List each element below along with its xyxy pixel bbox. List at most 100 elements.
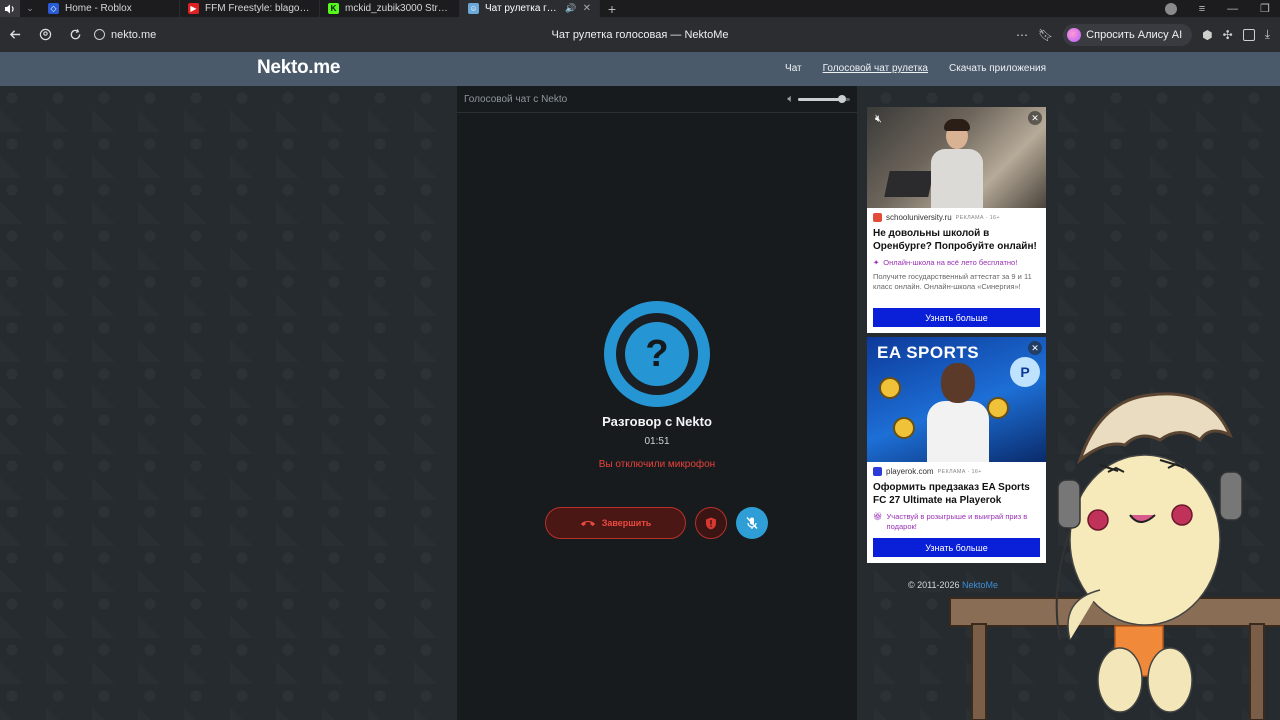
- ad-promo-text: Онлайн-школа на всё лето бесплатно!: [883, 258, 1018, 267]
- shield-alert-icon: [706, 517, 716, 529]
- tab-audio-indicator[interactable]: [0, 0, 20, 17]
- streamer-character-overlay: [949, 392, 1280, 720]
- ad-domain[interactable]: schooluniversity.ru: [886, 213, 952, 222]
- avatar-ring: ?: [616, 313, 698, 395]
- puzzle-icon[interactable]: ✣: [1223, 28, 1233, 42]
- advertisement-school[interactable]: 🔇︎ ✕ schooluniversity.ru РЕКЛАМА · 16+ Н…: [867, 107, 1046, 333]
- ad-headline[interactable]: Не довольны школой в Оренбурге? Попробуй…: [873, 227, 1040, 253]
- roblox-icon: ◇: [48, 3, 59, 14]
- site-logo[interactable]: Nekto.me: [257, 57, 340, 79]
- conversation-title: Разговор с Nekto: [602, 414, 712, 429]
- tab-label: mckid_zubik3000 Stream: [345, 3, 451, 14]
- sparkle-icon: ✦: [873, 258, 880, 267]
- chat-header-title: Голосовой чат с Nekto: [464, 93, 568, 105]
- coin-shape: [879, 377, 901, 399]
- profile-avatar[interactable]: [1164, 2, 1177, 15]
- character-leg: [1147, 647, 1193, 713]
- volume-icon[interactable]: 🔈︎: [787, 93, 794, 106]
- reload-icon: [70, 29, 80, 40]
- microphone-toggle-button[interactable]: [736, 507, 768, 539]
- more-icon[interactable]: ⋯: [1016, 28, 1028, 42]
- volume-slider-fill: [798, 97, 843, 101]
- browser-address-bar: nekto.me Чат рулетка голосовая — NektoMe…: [0, 17, 1280, 52]
- download-icon[interactable]: ⤓: [1265, 27, 1270, 42]
- url-text: nekto.me: [111, 28, 157, 41]
- alisa-icon: [1067, 27, 1082, 42]
- tab-speaker-icon[interactable]: 🔊: [565, 3, 576, 14]
- window-controls: ≡ — ❐: [1164, 2, 1280, 15]
- nav-chat-link[interactable]: Чат: [785, 63, 802, 74]
- tab-label: Home - Roblox: [65, 3, 132, 14]
- bookmark-icon[interactable]: 🔖︎: [1038, 28, 1053, 42]
- headphone-left: [1057, 479, 1081, 529]
- chat-header: Голосовой чат с Nekto 🔈︎: [457, 86, 857, 113]
- ad-close-icon[interactable]: ✕: [1028, 111, 1042, 125]
- reload-button[interactable]: [60, 20, 90, 50]
- question-mark-icon: ?: [625, 322, 689, 386]
- volume-slider[interactable]: [798, 95, 850, 103]
- character-cheek: [1171, 504, 1193, 526]
- nekto-icon: ☺: [468, 3, 479, 14]
- ad-description: Получите государственный аттестат за 9 и…: [873, 271, 1032, 291]
- extension-icon[interactable]: ⬢: [1202, 28, 1212, 42]
- kick-icon: K: [328, 3, 339, 14]
- mic-status-text: Вы отключили микрофон: [598, 459, 716, 470]
- browser-tab-kick[interactable]: K mckid_zubik3000 Stream: [320, 0, 460, 17]
- volume-slider-handle[interactable]: [838, 95, 847, 103]
- volume-control: 🔈︎: [787, 93, 850, 106]
- report-button[interactable]: [695, 507, 727, 539]
- collections-icon[interactable]: [1242, 28, 1255, 41]
- headphone-right: [1219, 471, 1243, 521]
- tab-label: Чат рулетка голосов: [485, 3, 559, 14]
- end-call-label: Завершить: [601, 518, 652, 528]
- person-illustration: [931, 119, 983, 208]
- microphone-off-icon: [746, 517, 758, 529]
- character-leg: [1097, 647, 1143, 713]
- site-header: Nekto.me Чат Голосовой чат рулетка Скача…: [0, 52, 1280, 86]
- ad-tag: РЕКЛАМА · 16+: [955, 214, 1000, 221]
- arrow-left-icon: [9, 30, 20, 39]
- gift-icon: 🎁︎: [873, 512, 883, 521]
- hang-up-icon: [580, 521, 595, 526]
- browser-tab-nekto[interactable]: ☺ Чат рулетка голосов 🔊 ✕: [460, 0, 600, 17]
- back-button[interactable]: [0, 20, 30, 50]
- person-body: [931, 149, 983, 208]
- character-hair: [1076, 392, 1233, 465]
- ad-body: schooluniversity.ru РЕКЛАМА · 16+ Не дов…: [867, 208, 1046, 291]
- mute-icon[interactable]: 🔇︎: [875, 113, 882, 126]
- youtube-icon: ▶: [188, 3, 199, 14]
- site-info-icon[interactable]: [94, 29, 105, 40]
- browser-tab-roblox[interactable]: ◇ Home - Roblox: [40, 0, 180, 17]
- voice-chat-panel: Голосовой чат с Nekto 🔈︎ ? Разговор с Ne…: [457, 86, 857, 720]
- shield-circle-icon: [39, 28, 51, 41]
- coin-shape: [893, 417, 915, 439]
- address-bar-actions: ⋯ 🔖︎ Спросить Алису AI ⬢ ✣ ⤓: [1016, 23, 1280, 46]
- new-tab-button[interactable]: +: [600, 1, 624, 17]
- laptop-shape: [884, 171, 934, 197]
- minimize-icon[interactable]: —: [1227, 3, 1238, 15]
- person-hair: [944, 119, 970, 131]
- end-call-button[interactable]: Завершить: [545, 507, 686, 539]
- ad-domain[interactable]: playerok.com: [886, 467, 934, 476]
- ad-source: schooluniversity.ru РЕКЛАМА · 16+: [873, 213, 1040, 222]
- nav-download-apps-link[interactable]: Скачать приложения: [949, 63, 1046, 74]
- school-favicon-icon: [873, 213, 882, 222]
- menu-icon[interactable]: ≡: [1199, 3, 1205, 15]
- ad-cta-button[interactable]: Узнать больше: [873, 308, 1040, 327]
- tab-list-chevron-icon[interactable]: ⌄: [20, 0, 40, 17]
- playerok-favicon-icon: [873, 467, 882, 476]
- ad-image: 🔇︎ ✕: [867, 107, 1046, 208]
- browser-tab-youtube[interactable]: ▶ FFM Freestyle: blago whi: [180, 0, 320, 17]
- character-cheek: [1087, 509, 1109, 531]
- ask-alisa-button[interactable]: Спросить Алису AI: [1063, 23, 1193, 46]
- protect-button[interactable]: [30, 20, 60, 50]
- url-field[interactable]: nekto.me: [94, 29, 156, 41]
- ad-close-icon[interactable]: ✕: [1028, 341, 1042, 355]
- nav-voice-chat-link[interactable]: Голосовой чат рулетка: [823, 63, 928, 74]
- restore-icon[interactable]: ❐: [1260, 2, 1270, 15]
- table-leg: [1249, 623, 1265, 720]
- alisa-label: Спросить Алису AI: [1086, 28, 1183, 41]
- tab-close-icon[interactable]: ✕: [583, 3, 591, 14]
- browser-tab-strip: ⌄ ◇ Home - Roblox ▶ FFM Freestyle: blago…: [0, 0, 1280, 17]
- call-controls: Завершить: [545, 507, 768, 539]
